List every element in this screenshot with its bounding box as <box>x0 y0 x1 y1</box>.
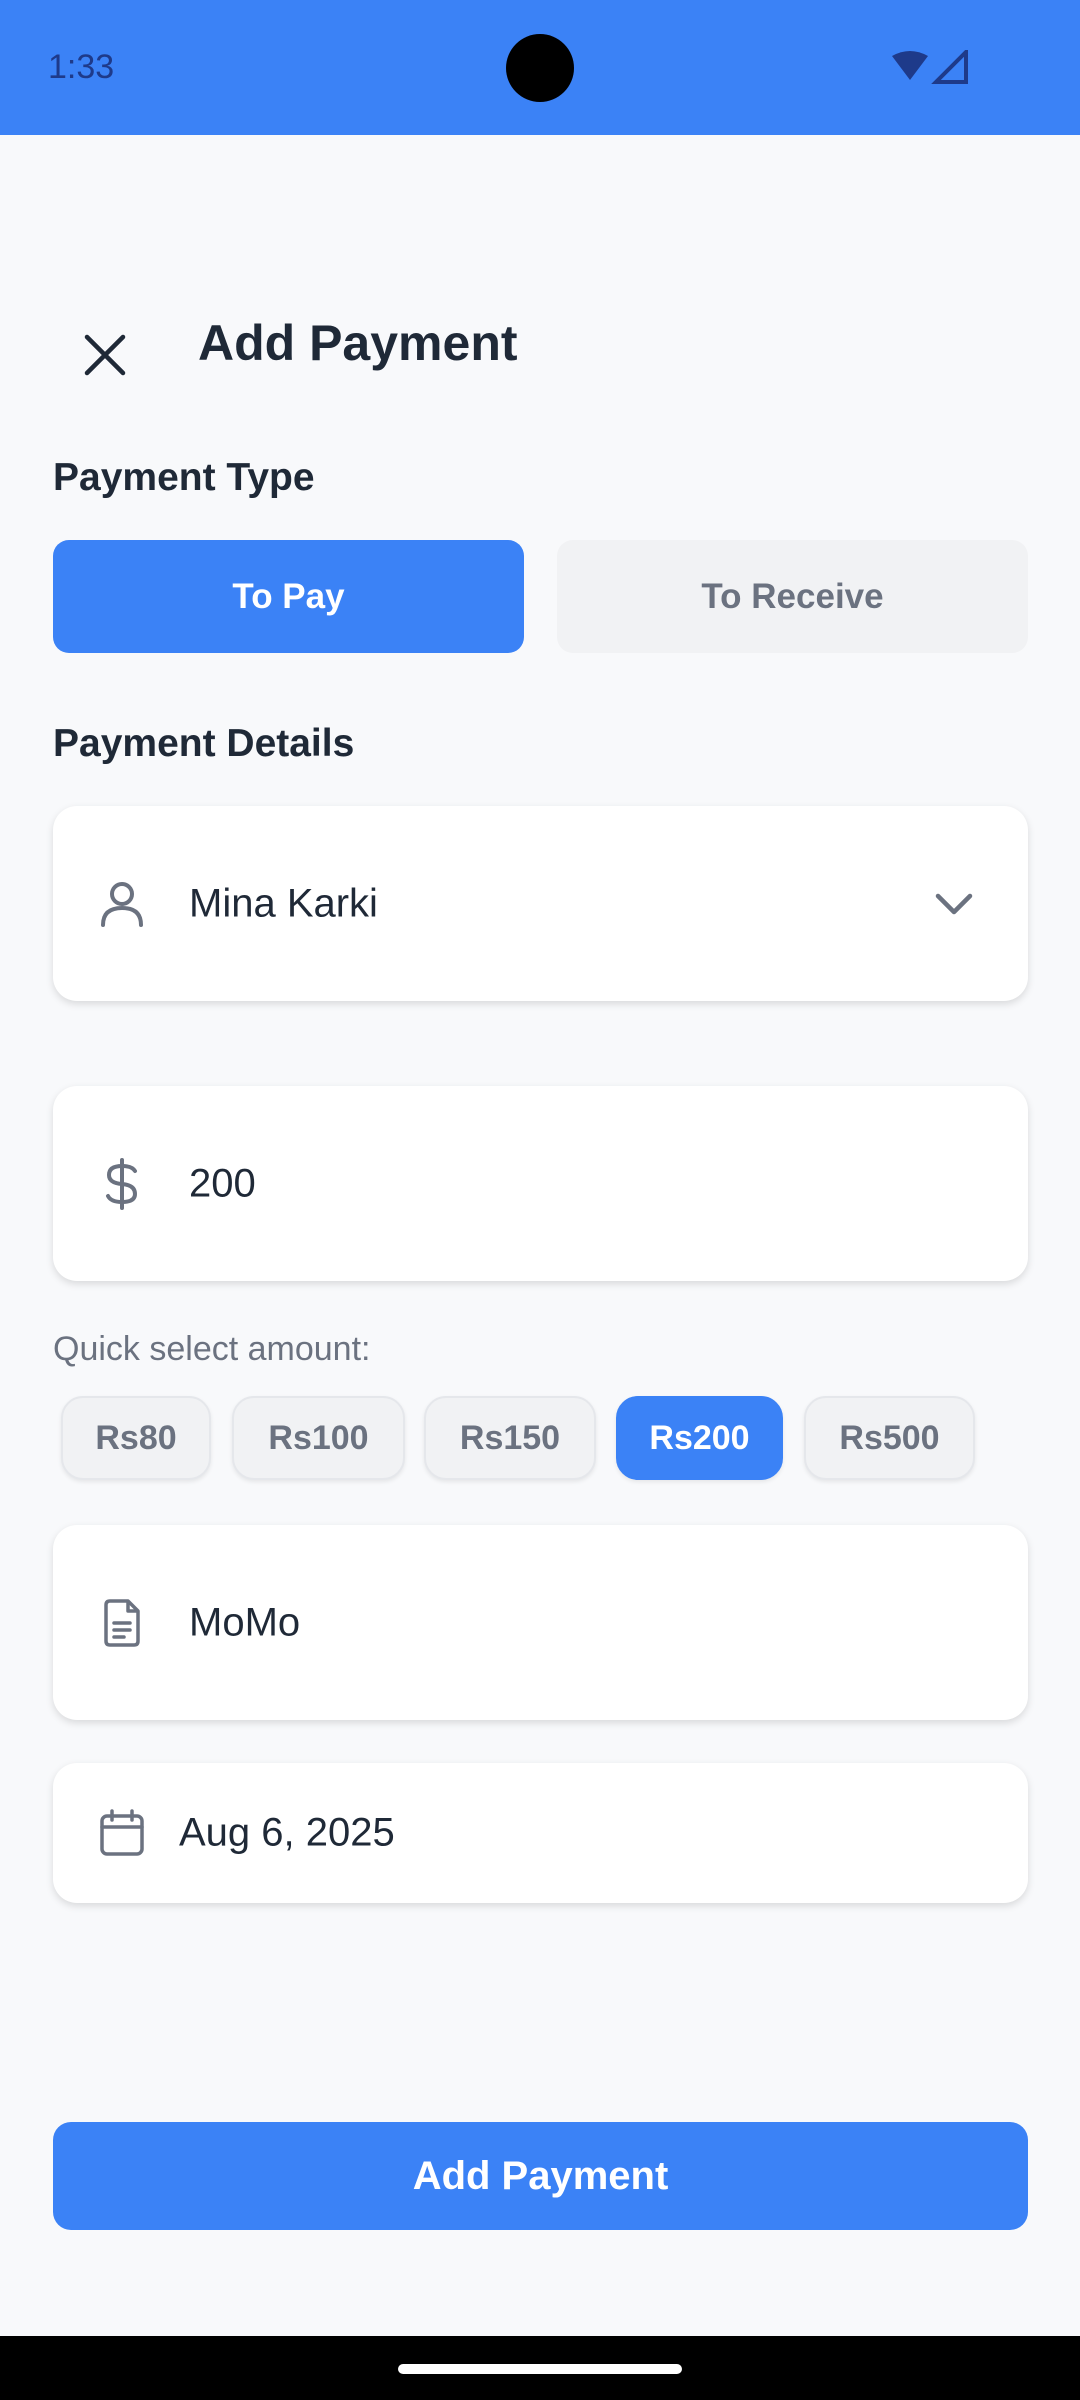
close-button[interactable] <box>70 320 140 390</box>
header: Add Payment <box>0 300 1080 400</box>
note-field[interactable]: MoMo <box>53 1525 1028 1720</box>
dollar-icon <box>97 1157 147 1210</box>
date-field[interactable]: Aug 6, 2025 <box>53 1763 1028 1903</box>
navigation-bar <box>0 2336 1080 2400</box>
person-select[interactable]: Mina Karki <box>53 806 1028 1001</box>
payment-details-label: Payment Details <box>53 722 355 765</box>
close-icon <box>84 334 126 376</box>
quick-select-label: Quick select amount: <box>53 1330 371 1368</box>
signal-icon <box>931 50 968 84</box>
page-title: Add Payment <box>198 315 518 371</box>
amount-value: 200 <box>189 1161 256 1205</box>
chip-rs100[interactable]: Rs100 <box>232 1396 405 1480</box>
quick-select-chips: Rs80 Rs100 Rs150 Rs200 Rs500 <box>0 1396 1080 1482</box>
note-value: MoMo <box>189 1600 301 1644</box>
date-value: Aug 6, 2025 <box>179 1810 395 1855</box>
document-icon <box>97 1598 147 1648</box>
status-time: 1:33 <box>48 48 115 86</box>
to-receive-toggle[interactable]: To Receive <box>557 540 1028 653</box>
chip-rs500[interactable]: Rs500 <box>804 1396 975 1480</box>
camera-cutout <box>506 34 574 102</box>
home-indicator[interactable] <box>398 2364 682 2374</box>
wifi-icon <box>892 51 928 80</box>
chevron-down-icon <box>932 882 976 926</box>
chip-rs150[interactable]: Rs150 <box>424 1396 596 1480</box>
person-value: Mina Karki <box>189 881 378 925</box>
amount-field[interactable]: 200 <box>53 1086 1028 1281</box>
status-bar: 1:33 <box>0 0 1080 135</box>
status-icons <box>890 50 970 84</box>
payment-type-label: Payment Type <box>53 456 315 499</box>
to-pay-toggle[interactable]: To Pay <box>53 540 524 653</box>
calendar-icon <box>97 1808 147 1858</box>
add-payment-button[interactable]: Add Payment <box>53 2122 1028 2230</box>
chip-rs80[interactable]: Rs80 <box>61 1396 211 1480</box>
chip-rs200[interactable]: Rs200 <box>616 1396 783 1480</box>
person-icon <box>97 879 147 929</box>
